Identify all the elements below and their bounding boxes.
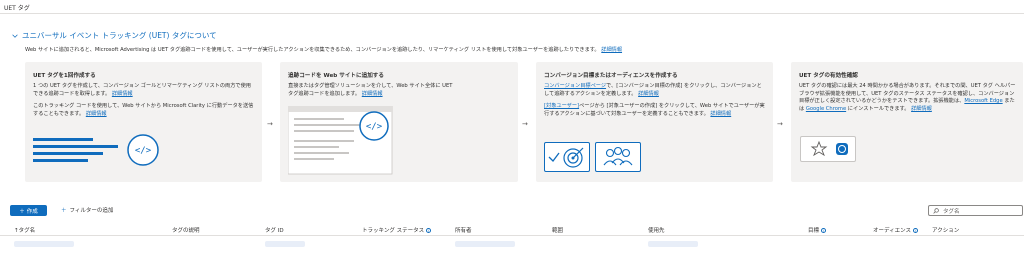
learn-more-link[interactable]: 詳細情報 xyxy=(86,111,107,117)
card-text: このトラッキング コードを使用して、Web サイトから Microsoft Cl… xyxy=(33,103,255,118)
learn-more-link[interactable]: 詳細情報 xyxy=(362,91,383,97)
column-label: アクション xyxy=(932,228,960,234)
column-label: 目標 xyxy=(808,228,820,234)
card-create-goal: コンバージョン目標またはオーディエンスを作成する コンバージョン目標ページで、[… xyxy=(536,62,773,182)
column-header-owner[interactable]: 所有者 xyxy=(455,226,472,234)
info-icon[interactable]: i xyxy=(426,227,432,233)
info-icon[interactable]: i xyxy=(821,227,827,233)
learn-more-link[interactable]: 詳細情報 xyxy=(911,106,932,112)
card-create-tag: UET タグを1回作成する 1 つの UET タグを作成して、コンバージョン ゴ… xyxy=(25,62,262,182)
section-title: ユニバーサル イベント トラッキング (UET) タグについて xyxy=(22,31,217,40)
website-illustration: </> xyxy=(288,106,393,175)
card-body-text: 1 つの UET タグを作成して、コンバージョン ゴールとリマーケティング リス… xyxy=(33,83,251,97)
google-chrome-link[interactable]: Google Chrome xyxy=(806,106,846,112)
column-header-scope[interactable]: 範囲 xyxy=(552,226,563,234)
card-title: UET タグを1回作成する xyxy=(33,73,96,79)
svg-text:</>: </> xyxy=(366,122,383,132)
section-toggle[interactable]: ユニバーサル イベント トラッキング (UET) タグについて xyxy=(12,30,217,41)
column-label: 使用先 xyxy=(648,228,665,234)
learn-more-link[interactable]: 詳細情報 xyxy=(638,91,659,97)
goal-target-icon xyxy=(544,142,590,172)
audience-people-icon xyxy=(595,142,641,172)
card-title: コンバージョン目標またはオーディエンスを作成する xyxy=(544,73,678,79)
table-row-cell xyxy=(648,241,698,247)
column-header-goals[interactable]: 目標 i xyxy=(808,226,827,234)
table-row[interactable] xyxy=(14,241,74,247)
learn-more-link[interactable]: 詳細情報 xyxy=(710,111,731,117)
column-header-tracking-status[interactable]: トラッキング ステータス i xyxy=(362,226,432,234)
column-label: 範囲 xyxy=(552,228,564,234)
column-header-tag-id[interactable]: タグ ID xyxy=(265,226,284,234)
plus-icon: ＋ xyxy=(19,208,25,215)
section-intro: Web サイトに追加されると、Microsoft Advertising は U… xyxy=(25,46,1015,53)
plus-icon: ＋ xyxy=(61,208,67,214)
card-body-text: にインストールできます。 xyxy=(846,105,910,112)
arrow-right-icon: → xyxy=(267,120,273,128)
column-label: トラッキング ステータス xyxy=(362,228,425,234)
card-text: 直接またはタグ管理ソリューションを介して、Web サイト全体に UET タグ追跡… xyxy=(288,83,458,98)
create-button[interactable]: ＋ 作成 xyxy=(10,205,47,216)
table-row-cell xyxy=(455,241,515,247)
card-body-text: このトラッキング コードを使用して、Web サイトから Microsoft Cl… xyxy=(33,103,254,117)
card-text: 1 つの UET タグを作成して、コンバージョン ゴールとリマーケティング リス… xyxy=(33,83,255,98)
intro-learn-more-link[interactable]: 詳細情報 xyxy=(601,47,622,53)
card-verify-tag: UET タグの有効性確認 UET タグの確認には最大 24 時間かかる場合があり… xyxy=(791,62,1023,182)
column-header-tag-description[interactable]: タグの説明 xyxy=(172,226,200,234)
table-header: ↑タグ名 タグの説明 タグ ID トラッキング ステータス i 所有者 範囲 使用… xyxy=(0,222,1024,236)
arrow-right-icon: → xyxy=(522,120,528,128)
card-add-code: 追跡コードを Web サイトに追加する 直接またはタグ管理ソリューションを介して… xyxy=(280,62,518,182)
column-header-used-by[interactable]: 使用先 xyxy=(648,226,665,234)
intro-text: Web サイトに追加されると、Microsoft Advertising は U… xyxy=(25,47,600,53)
add-filter-label: フィルターの追加 xyxy=(69,208,114,214)
page-title: UET タグ xyxy=(4,5,30,12)
code-illustration: </> xyxy=(33,134,159,166)
column-label: オーディエンス xyxy=(873,228,912,234)
conversion-goals-page-link[interactable]: コンバージョン目標ページ xyxy=(544,83,606,89)
card-title: 追跡コードを Web サイトに追加する xyxy=(288,73,384,79)
card-text: [対象ユーザー]ページから [対象ユーザーの作成] をクリックして、Web サイ… xyxy=(544,103,766,118)
column-label: タグの説明 xyxy=(172,228,200,234)
card-text: UET タグの確認には最大 24 時間かかる場合があります。それまでの間、UET… xyxy=(799,83,1017,113)
column-header-actions[interactable]: アクション xyxy=(932,226,959,234)
top-bar: UET タグ xyxy=(0,0,1024,14)
column-header-tag-name[interactable]: ↑タグ名 xyxy=(14,226,35,234)
audiences-link[interactable]: [対象ユーザー] xyxy=(544,103,579,109)
create-button-label: 作成 xyxy=(26,208,38,215)
svg-text:</>: </> xyxy=(135,146,152,156)
info-icon[interactable]: i xyxy=(913,227,919,233)
column-header-audiences[interactable]: オーディエンス i xyxy=(873,226,919,234)
arrow-right-icon: → xyxy=(777,120,783,128)
chevron-down-icon xyxy=(12,34,18,38)
extension-illustration xyxy=(800,136,856,162)
add-filter-button[interactable]: ＋ フィルターの追加 xyxy=(61,206,113,214)
search-placeholder: タグ名 xyxy=(943,208,960,215)
card-text: コンバージョン目標ページで、[コンバージョン目標の作成] をクリックし、コンバー… xyxy=(544,83,766,98)
card-title: UET タグの有効性確認 xyxy=(799,73,858,79)
command-bar: ＋ 作成 ＋ フィルターの追加 xyxy=(0,197,1024,221)
column-label: 所有者 xyxy=(455,228,472,234)
table-row-cell xyxy=(265,241,305,247)
search-input[interactable]: タグ名 xyxy=(928,205,1023,216)
search-icon xyxy=(933,207,939,214)
microsoft-edge-link[interactable]: Microsoft Edge xyxy=(964,98,1002,104)
column-label: タグ ID xyxy=(265,228,284,234)
column-label: ↑タグ名 xyxy=(14,228,36,234)
learn-more-link[interactable]: 詳細情報 xyxy=(112,91,133,97)
